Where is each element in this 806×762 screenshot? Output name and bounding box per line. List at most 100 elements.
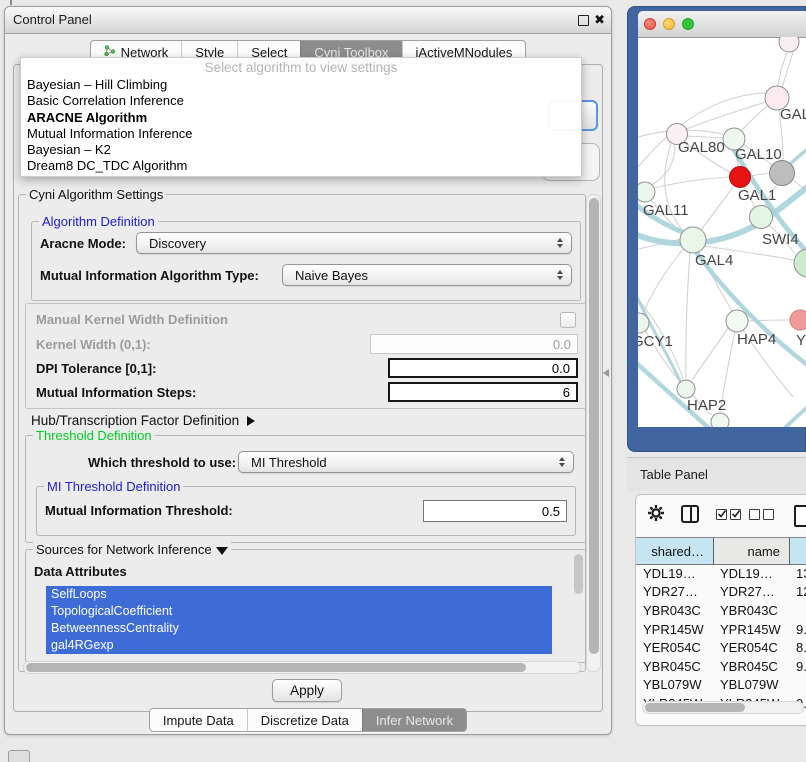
column-header-shared-name[interactable]: shared… — [636, 538, 714, 564]
network-edge[interactable] — [650, 145, 675, 186]
network-edge[interactable] — [686, 253, 690, 378]
table-cell[interactable]: YDL19… — [636, 566, 714, 581]
algorithm-option[interactable]: ARACNE Algorithm — [21, 110, 581, 126]
table-cell[interactable]: YPR145W — [636, 622, 714, 637]
network-node-label: HAP4 — [737, 331, 776, 348]
network-edge-highlighted[interactable] — [696, 252, 806, 373]
which-threshold-combobox[interactable]: MI Threshold — [238, 451, 574, 473]
table-row[interactable]: YPR145WYPR145W9. — [636, 620, 806, 639]
network-edge[interactable] — [742, 106, 767, 130]
algorithm-option[interactable]: Bayesian – K2 — [21, 142, 581, 158]
minimized-panel-chip[interactable] — [8, 750, 30, 762]
new-table-document-icon[interactable] — [794, 505, 806, 527]
network-edge[interactable] — [701, 187, 733, 230]
data-attribute-item[interactable]: gal4RGexp — [46, 637, 552, 654]
bottom-tab-impute-data[interactable]: Impute Data — [150, 709, 247, 731]
table-row[interactable]: YBR043CYBR043C — [636, 601, 806, 620]
select-all-checkboxes-icon[interactable] — [716, 509, 741, 520]
kernel-width-field[interactable]: 0.0 — [370, 334, 578, 354]
table-cell[interactable]: 8. — [790, 640, 806, 655]
aracne-mode-combobox[interactable]: Discovery — [136, 232, 572, 254]
column-header-clipped[interactable] — [790, 538, 806, 564]
collapse-down-arrow-icon[interactable] — [216, 547, 228, 555]
network-canvas[interactable]: GALGAL80GAL10GAL1GAL11SWI4GAL4GCY1HAP4YH… — [638, 37, 806, 427]
table-cell[interactable]: 9. — [790, 659, 806, 674]
data-attribute-item[interactable]: TopologicalCoefficient — [46, 603, 552, 620]
network-node[interactable] — [677, 380, 695, 398]
bottom-tab-discretize-data[interactable]: Discretize Data — [247, 709, 362, 731]
close-traffic-light-icon[interactable] — [644, 18, 656, 30]
algorithm-option[interactable]: Basic Correlation Inference — [21, 93, 581, 109]
mi-threshold-field[interactable]: 0.5 — [423, 500, 567, 522]
close-panel-icon[interactable]: ✖ — [594, 11, 605, 29]
network-node[interactable] — [790, 310, 806, 330]
table-cell[interactable]: YDL19… — [714, 566, 790, 581]
table-cell[interactable]: YBR043C — [714, 603, 790, 618]
network-edge[interactable] — [778, 53, 787, 87]
table-cell[interactable]: YDR27… — [636, 584, 714, 599]
settings-horizontal-scrollbar[interactable] — [23, 661, 581, 674]
unselect-all-checkboxes-icon[interactable] — [749, 509, 774, 520]
split-columns-icon[interactable] — [681, 505, 699, 523]
zoom-traffic-light-icon[interactable] — [682, 18, 694, 30]
table-cell[interactable]: YBR045C — [636, 659, 714, 674]
table-cell[interactable]: YER054C — [636, 640, 714, 655]
bottom-tab-infer-network[interactable]: Infer Network — [362, 709, 466, 731]
mi-steps-field[interactable]: 6 — [388, 382, 578, 402]
table-cell[interactable]: 9. — [790, 622, 806, 637]
table-row[interactable]: YER054CYER054C8. — [636, 638, 806, 657]
algorithm-option[interactable]: Dream8 DC_TDC Algorithm — [21, 158, 581, 174]
float-window-icon[interactable] — [578, 15, 589, 26]
manual-kernel-checkbox[interactable] — [560, 312, 576, 328]
network-edge[interactable] — [782, 47, 795, 88]
dpi-tolerance-field[interactable]: 0.0 — [388, 358, 578, 378]
network-node[interactable] — [711, 413, 729, 427]
network-node[interactable] — [794, 249, 806, 277]
data-attribute-item[interactable]: BetweennessCentrality — [46, 620, 552, 637]
network-node[interactable] — [638, 182, 655, 202]
panel-divider-arrow-icon[interactable] — [603, 369, 609, 377]
cyni-bottom-tabbar: Impute DataDiscretize DataInfer Network — [5, 708, 611, 732]
network-edge[interactable] — [686, 136, 723, 138]
table-cell[interactable]: YDR27… — [714, 584, 790, 599]
table-cell[interactable]: YBR045C — [714, 659, 790, 674]
algorithm-option[interactable]: Mutual Information Inference — [21, 126, 581, 142]
network-edge[interactable] — [750, 173, 771, 176]
table-settings-gear-icon[interactable] — [647, 504, 665, 527]
column-header-name[interactable]: name — [714, 538, 790, 564]
table-row[interactable]: YBL079WYBL079W — [636, 676, 806, 695]
network-node[interactable] — [726, 310, 748, 332]
expand-right-arrow-icon[interactable] — [247, 416, 255, 426]
data-attribute-item[interactable]: SelfLoops — [46, 586, 552, 603]
network-edge[interactable] — [692, 327, 729, 380]
dpi-tolerance-label: DPI Tolerance [0,1]: — [36, 361, 156, 376]
apply-button[interactable]: Apply — [272, 679, 342, 702]
table-cell[interactable]: YER054C — [714, 640, 790, 655]
network-node[interactable] — [750, 206, 773, 229]
table-cell[interactable]: 13 — [790, 566, 806, 581]
minimize-traffic-light-icon[interactable] — [663, 18, 675, 30]
settings-vertical-scrollbar[interactable] — [586, 194, 601, 672]
mi-type-combobox[interactable]: Naive Bayes — [282, 264, 572, 286]
table-cell[interactable]: YBL079W — [714, 677, 790, 692]
table-row[interactable]: YBR045CYBR045C9. — [636, 657, 806, 676]
network-edge[interactable] — [686, 102, 766, 129]
table-row[interactable]: YDR27…YDR27…12 — [636, 583, 806, 602]
network-edge-highlighted[interactable] — [786, 399, 806, 427]
network-node[interactable] — [680, 227, 706, 253]
hub-definition-expander[interactable]: Hub/Transcription Factor Definition — [31, 413, 255, 428]
table-cell[interactable]: YBL079W — [636, 677, 714, 692]
table-cell[interactable]: 12 — [790, 584, 806, 599]
attributes-list-scrollbar[interactable] — [574, 553, 583, 615]
network-edge[interactable] — [643, 249, 683, 313]
table-row[interactable]: YDL19…YDL19…13 — [636, 564, 806, 583]
network-edge-highlighted[interactable] — [790, 141, 806, 164]
data-attributes-list[interactable]: SelfLoopsTopologicalCoefficientBetweenne… — [46, 586, 552, 654]
network-node[interactable] — [730, 167, 751, 188]
network-node[interactable] — [770, 161, 795, 186]
table-horizontal-scrollbar[interactable] — [642, 701, 804, 714]
algorithm-option[interactable]: Bayesian – Hill Climbing — [21, 77, 581, 93]
table-cell[interactable]: YPR145W — [714, 622, 790, 637]
network-node[interactable] — [779, 37, 799, 52]
table-cell[interactable]: YBR043C — [636, 603, 714, 618]
